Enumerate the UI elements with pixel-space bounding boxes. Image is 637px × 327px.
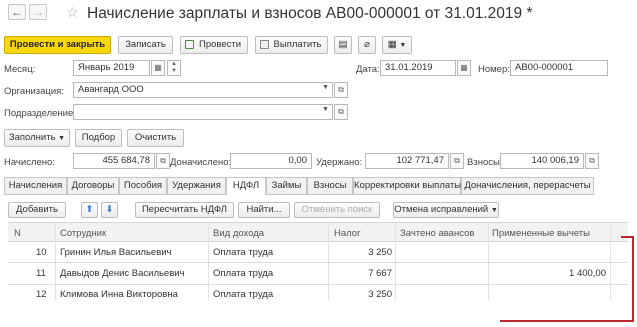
month-label: Месяц:	[4, 64, 36, 75]
month-stepper[interactable]: ▲ ▼	[167, 60, 181, 76]
calendar-icon[interactable]: ▦	[151, 60, 165, 76]
add-button[interactable]: Добавить	[8, 202, 66, 218]
contrib-field: 140 006,19	[500, 153, 584, 169]
save-button[interactable]: Записать	[118, 36, 173, 54]
number-label: Номер:	[478, 64, 510, 75]
row-number: 11	[36, 268, 46, 279]
month-field[interactable]: Январь 2019	[73, 60, 150, 76]
recalc-ndfl-button[interactable]: Пересчитать НДФЛ	[135, 202, 234, 218]
tab-contracts[interactable]: Договоры	[67, 177, 119, 194]
open-link-icon[interactable]: ⧉	[450, 153, 464, 169]
move-down-button[interactable]: ⬇	[101, 202, 118, 218]
date-field[interactable]: 31.01.2019	[380, 60, 456, 76]
row-employee: Гринин Илья Васильевич	[60, 247, 172, 258]
row-tax: 3 250	[368, 247, 392, 258]
post-icon	[185, 40, 194, 49]
pay-button-label: Выплатить	[273, 39, 322, 50]
row-number: 12	[36, 289, 47, 300]
cancel-corrections-label: Отмена исправлений	[394, 204, 489, 215]
row-income: Оплата труда	[213, 289, 274, 300]
paperclip-icon: ⌀	[364, 39, 370, 50]
attach-button[interactable]: ⌀	[358, 36, 376, 54]
extra-field: 0,00	[230, 153, 312, 169]
col-income: Вид дохода	[213, 228, 265, 239]
arrow-up-icon: ⬆	[85, 204, 94, 215]
print-button[interactable]: ▦ ▼	[382, 36, 412, 54]
tab-payment-corrections[interactable]: Корректировки выплаты	[353, 177, 461, 194]
favorite-star-icon[interactable]: ☆	[66, 4, 79, 21]
post-button-label: Провести	[198, 39, 242, 50]
fill-label: Заполнить	[8, 132, 56, 143]
row-employee: Давыдов Денис Васильевич	[60, 268, 185, 279]
print-icon: ▦	[387, 39, 397, 50]
row-income: Оплата труда	[213, 268, 274, 279]
report-button[interactable]: ▤	[334, 36, 352, 54]
tab-benefits[interactable]: Пособия	[119, 177, 167, 194]
accrued-label: Начислено:	[4, 157, 55, 168]
tab-loans[interactable]: Займы	[266, 177, 307, 194]
col-n: N	[14, 228, 21, 239]
date-calendar-icon[interactable]: ▦	[457, 60, 471, 76]
org-field[interactable]: Авангард ООО	[73, 82, 333, 98]
highlight-frame	[500, 236, 634, 322]
arrow-right-icon: →	[32, 5, 44, 19]
back-button[interactable]: ←	[8, 4, 26, 20]
forward-button[interactable]: →	[29, 4, 47, 20]
arrow-down-icon: ⬇	[105, 204, 114, 215]
contrib-label: Взносы:	[467, 157, 503, 168]
row-tax: 3 250	[368, 289, 392, 300]
select-button[interactable]: Подбор	[75, 129, 122, 147]
org-label: Организация:	[4, 86, 64, 97]
date-label: Дата:	[356, 64, 380, 75]
window-title: Начисление зарплаты и взносов АВ00-00000…	[87, 5, 533, 22]
chevron-down-icon: ▼	[399, 42, 407, 49]
find-button[interactable]: Найти...	[238, 202, 290, 218]
clear-button[interactable]: Очистить	[127, 129, 184, 147]
open-link-icon[interactable]: ⧉	[334, 104, 348, 120]
open-link-icon[interactable]: ⧉	[585, 153, 599, 169]
col-advances: Зачтено авансов	[400, 228, 475, 239]
accrued-field: 455 684,78	[73, 153, 155, 169]
tab-ndfl[interactable]: НДФЛ	[226, 177, 266, 195]
row-number: 10	[36, 247, 47, 258]
chevron-down-icon: ▼	[58, 135, 66, 142]
post-and-close-button[interactable]: Провести и закрыть	[4, 36, 111, 54]
dept-label: Подразделение:	[4, 108, 76, 119]
row-income: Оплата труда	[213, 247, 274, 258]
withheld-label: Удержано:	[316, 157, 363, 168]
highlight-frame-top	[621, 236, 634, 238]
dept-field[interactable]	[73, 104, 333, 120]
chevron-down-icon[interactable]: ▼	[322, 106, 329, 113]
col-employee: Сотрудник	[60, 228, 107, 239]
post-button[interactable]: Провести	[180, 36, 248, 54]
tab-deductions[interactable]: Удержания	[167, 177, 226, 194]
col-tax: Налог	[334, 228, 361, 239]
arrow-left-icon: ←	[11, 5, 23, 19]
pay-button[interactable]: Выплатить	[255, 36, 328, 54]
open-link-icon[interactable]: ⧉	[334, 82, 348, 98]
cancel-search-button[interactable]: Отменить поиск	[294, 202, 380, 218]
move-up-button[interactable]: ⬆	[81, 202, 98, 218]
pay-icon	[260, 40, 269, 49]
extra-label: Доначислено:	[170, 157, 232, 168]
chevron-down-icon: ▼	[490, 207, 498, 214]
fill-button[interactable]: Заполнить ▼	[4, 129, 70, 147]
row-employee: Климова Инна Викторовна	[60, 289, 178, 300]
number-field[interactable]: АВ00-000001	[510, 60, 608, 76]
row-tax: 7 667	[368, 268, 392, 279]
chevron-down-icon[interactable]: ▼	[322, 84, 329, 91]
cancel-corrections-button[interactable]: Отмена исправлений ▼	[393, 202, 499, 218]
tab-accruals[interactable]: Начисления	[4, 177, 67, 194]
withheld-field: 102 771,47	[365, 153, 449, 169]
tab-recalculations[interactable]: Доначисления, перерасчеты	[461, 177, 594, 194]
document-icon: ▤	[338, 39, 348, 50]
tab-contributions[interactable]: Взносы	[307, 177, 353, 194]
open-link-icon[interactable]: ⧉	[156, 153, 170, 169]
